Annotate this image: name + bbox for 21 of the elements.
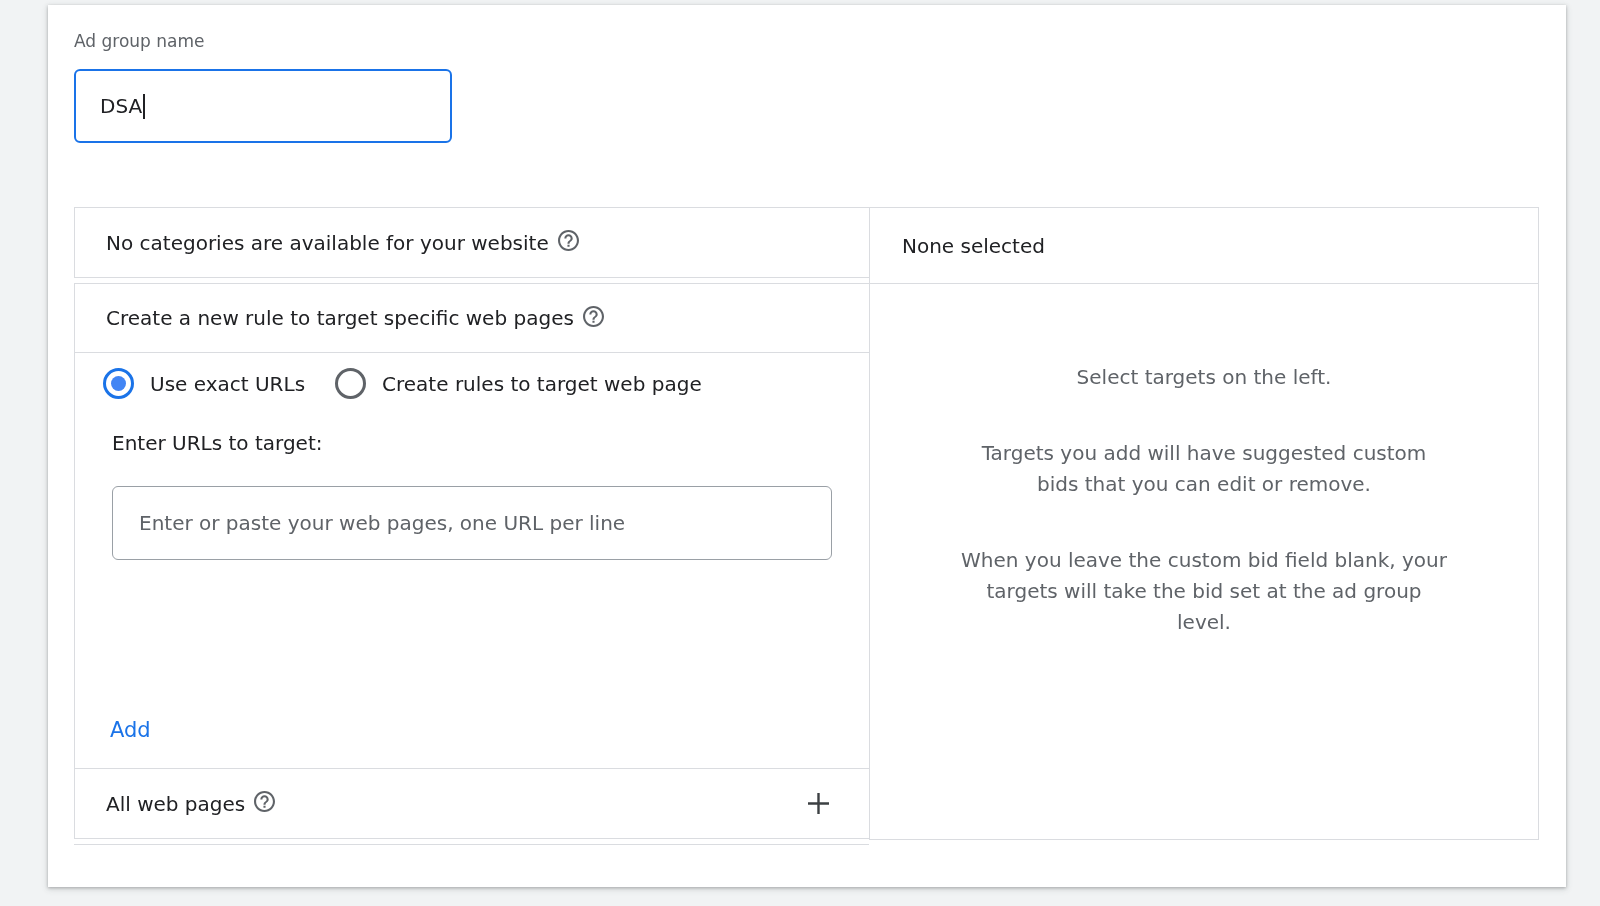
radio-label[interactable]: Create rules to target web page (382, 371, 702, 396)
section-title: No categories are available for your website (106, 230, 549, 255)
add-link[interactable]: Add (110, 718, 151, 742)
field-label: Ad group name (74, 31, 205, 51)
radio-button[interactable] (335, 368, 367, 399)
hint-text: Targets you add will have suggested custom bids that you can edit or remove. (980, 440, 1428, 498)
section-title: All web pages (106, 791, 246, 816)
text-cursor (143, 93, 146, 119)
radio-button[interactable] (103, 368, 134, 399)
panel-title: None selected (902, 233, 1045, 258)
help-icon (557, 230, 579, 251)
text-field[interactable]: DSA (74, 69, 452, 143)
plus-icon[interactable] (808, 793, 829, 814)
help-icon (254, 791, 276, 812)
hint-text: Select targets on the left. (1075, 364, 1333, 391)
help-icon (582, 305, 604, 327)
url-text-area[interactable]: Enter or paste your web pages, one URL per line (112, 486, 832, 560)
section-title: Create a new rule to target specific web pages (106, 306, 574, 330)
field-label: Enter URLs to target: (112, 431, 323, 455)
radio-label[interactable]: Use exact URLs (150, 371, 306, 396)
hint-text: When you leave the custom bid field blank, your targets will take the bid set at the ad group level. (960, 547, 1448, 636)
